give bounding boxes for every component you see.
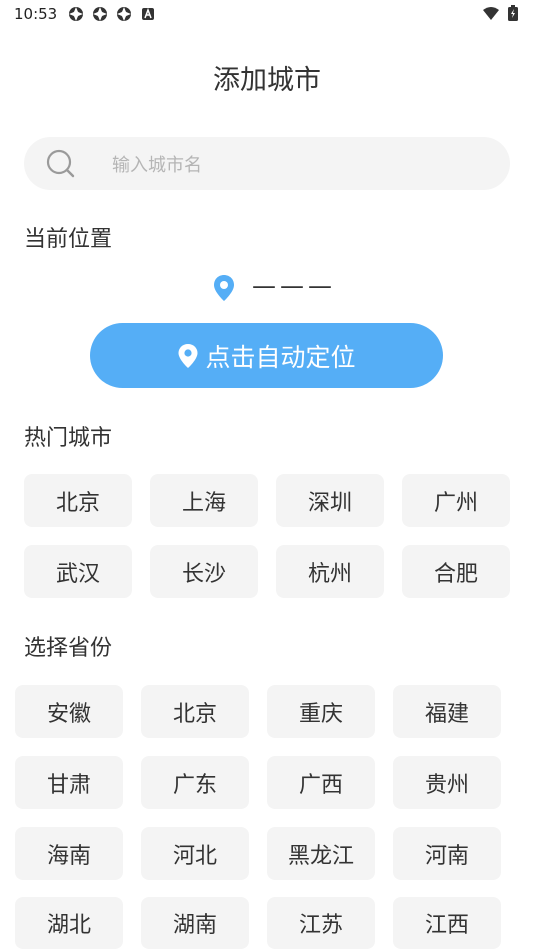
hot-city-chip[interactable]: 广州 — [402, 474, 510, 527]
province-chip[interactable]: 湖南 — [141, 897, 249, 949]
province-chip[interactable]: 贵州 — [393, 756, 501, 809]
status-bar: 10:53 — [0, 0, 534, 28]
search-input[interactable] — [110, 151, 494, 179]
status-time: 10:53 — [14, 5, 58, 23]
current-location-value: ——— — [252, 272, 336, 300]
hot-city-chip[interactable]: 武汉 — [24, 545, 132, 598]
province-chip[interactable]: 重庆 — [267, 685, 375, 738]
province-chip[interactable]: 湖北 — [15, 897, 123, 949]
sync-icon — [91, 5, 109, 23]
status-system-icons — [482, 5, 518, 25]
province-chip[interactable]: 福建 — [393, 685, 501, 738]
province-chip[interactable]: 江西 — [393, 897, 501, 949]
hot-city-chip[interactable]: 合肥 — [402, 545, 510, 598]
hot-city-chip[interactable]: 深圳 — [276, 474, 384, 527]
province-chip[interactable]: 江苏 — [267, 897, 375, 949]
status-notification-icons — [67, 5, 157, 23]
province-chip[interactable]: 海南 — [15, 827, 123, 880]
hot-city-chip[interactable]: 长沙 — [150, 545, 258, 598]
current-location-heading: 当前位置 — [24, 227, 113, 252]
sync-icon — [115, 5, 133, 23]
province-chip[interactable]: 甘肃 — [15, 756, 123, 809]
province-chip[interactable]: 北京 — [141, 685, 249, 738]
sync-icon — [67, 5, 85, 23]
location-pin-icon — [212, 274, 236, 302]
location-pin-icon — [177, 343, 199, 369]
province-chip[interactable]: 黑龙江 — [267, 827, 375, 880]
hot-cities-heading: 热门城市 — [24, 426, 113, 451]
hot-city-chip[interactable]: 上海 — [150, 474, 258, 527]
province-chip[interactable]: 广西 — [267, 756, 375, 809]
current-location-row: ——— — [0, 272, 534, 303]
search-bar[interactable] — [24, 137, 510, 190]
provinces-heading: 选择省份 — [24, 636, 113, 661]
province-chip[interactable]: 安徽 — [15, 685, 123, 738]
hot-city-chip[interactable]: 杭州 — [276, 545, 384, 598]
auto-locate-button[interactable]: 点击自动定位 — [90, 323, 443, 388]
search-icon — [46, 149, 76, 179]
auto-locate-label: 点击自动定位 — [205, 342, 356, 372]
battery-icon — [508, 5, 518, 25]
hot-city-chip[interactable]: 北京 — [24, 474, 132, 527]
province-chip[interactable]: 广东 — [141, 756, 249, 809]
province-chip[interactable]: 河北 — [141, 827, 249, 880]
province-chip[interactable]: 河南 — [393, 827, 501, 880]
page-title: 添加城市 — [213, 65, 321, 96]
a-icon — [139, 5, 157, 23]
wifi-icon — [482, 6, 500, 25]
